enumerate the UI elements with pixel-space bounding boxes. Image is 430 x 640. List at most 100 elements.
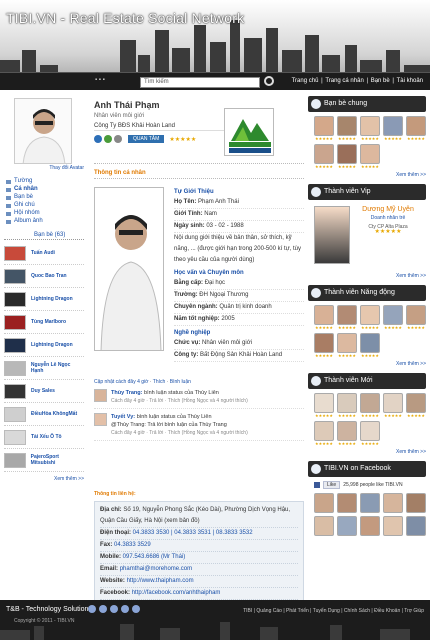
pane-more-link[interactable]: Xem thêm >> bbox=[308, 449, 426, 455]
vip-photo[interactable] bbox=[314, 206, 350, 264]
member-avatar[interactable] bbox=[314, 421, 334, 441]
member-avatar[interactable] bbox=[360, 333, 380, 353]
member-avatar[interactable] bbox=[337, 116, 357, 136]
member-avatar[interactable] bbox=[406, 393, 426, 413]
pane-more-link[interactable]: Xem thêm >> bbox=[308, 361, 426, 367]
facebook-link[interactable]: http://facebook.com/anhthaipham bbox=[132, 590, 221, 596]
member-avatar[interactable] bbox=[406, 493, 426, 513]
friend-name[interactable]: ĐiềuHòa KhôngMất bbox=[31, 411, 77, 417]
member-avatar[interactable] bbox=[337, 305, 357, 325]
email-link[interactable]: phamthai@morehome.com bbox=[120, 566, 192, 572]
nav-friends[interactable]: Bạn bè bbox=[371, 78, 390, 84]
language-flags-icon[interactable]: ▪ ▪ ▪ bbox=[95, 77, 105, 83]
nav-profile[interactable]: Trang cá nhân bbox=[325, 78, 363, 84]
member-avatar[interactable] bbox=[360, 393, 380, 413]
menu-wall[interactable]: Tường bbox=[4, 177, 84, 185]
activity-avatar[interactable] bbox=[94, 389, 107, 402]
facebook-icon[interactable] bbox=[88, 605, 96, 613]
avatar[interactable] bbox=[14, 98, 72, 164]
pane-more-link[interactable]: Xem thêm >> bbox=[308, 172, 426, 178]
share-icon[interactable] bbox=[94, 135, 102, 143]
list-item[interactable]: Lightning Dragon bbox=[4, 334, 84, 357]
activity-meta[interactable]: Cách đây 4 giờ · Trả lời · Thích (Hồng N… bbox=[111, 430, 248, 436]
like-link[interactable]: Thích bbox=[153, 379, 166, 385]
list-item[interactable]: PajeroSport Mitsubishi bbox=[4, 449, 84, 472]
member-avatar[interactable] bbox=[360, 421, 380, 441]
member-avatar[interactable] bbox=[360, 305, 380, 325]
footer-nav[interactable]: TIBI | Quảng Cáo | Phát Triển | Tuyển Dụ… bbox=[243, 608, 424, 614]
activity-avatar[interactable] bbox=[94, 413, 107, 426]
menu-notes[interactable]: Ghi chú bbox=[4, 201, 84, 209]
pane-more-link[interactable]: Xem thêm >> bbox=[308, 273, 426, 279]
menu-groups[interactable]: Hội nhóm bbox=[4, 209, 84, 217]
search-icon[interactable] bbox=[264, 76, 274, 86]
member-avatar[interactable] bbox=[360, 493, 380, 513]
activity-user[interactable]: Tuyết Vy: bbox=[111, 414, 135, 420]
member-avatar[interactable] bbox=[337, 393, 357, 413]
list-item[interactable]: Tùng Marlboro bbox=[4, 311, 84, 334]
search-input[interactable]: Tìm kiếm bbox=[140, 77, 260, 88]
site-brand[interactable]: TIBI.VN - Real Estate Social Network bbox=[6, 10, 244, 26]
friend-name[interactable]: Duy Sales bbox=[31, 388, 55, 394]
member-avatar[interactable] bbox=[314, 333, 334, 353]
friend-name[interactable]: Tuấn Audi bbox=[31, 250, 55, 256]
list-item[interactable]: Nguyễn Lê Ngọc Hạnh bbox=[4, 357, 84, 380]
mobile-link[interactable]: 097.543.6686 (Mr Thái) bbox=[123, 554, 186, 560]
list-item[interactable]: Lightning Dragon bbox=[4, 288, 84, 311]
google-icon[interactable] bbox=[110, 605, 118, 613]
company-logo[interactable] bbox=[224, 108, 274, 156]
nav-account[interactable]: Tài khoản bbox=[397, 78, 423, 84]
member-avatar[interactable] bbox=[314, 144, 334, 164]
message-icon[interactable] bbox=[104, 135, 112, 143]
change-avatar-link[interactable]: Thay đổi Avatar bbox=[4, 165, 84, 171]
member-avatar[interactable] bbox=[337, 493, 357, 513]
website-link[interactable]: http://www.thaipham.com bbox=[127, 578, 194, 584]
friend-name[interactable]: Quoc Bao Tran bbox=[31, 273, 67, 279]
menu-personal[interactable]: Cá nhân bbox=[4, 185, 84, 193]
friend-name[interactable]: Lightning Dragon bbox=[31, 296, 73, 302]
friend-name[interactable]: Nguyễn Lê Ngọc Hạnh bbox=[31, 362, 84, 374]
friends-title[interactable]: Bạn bè (63) bbox=[4, 232, 84, 240]
menu-friends[interactable]: Bạn bè bbox=[4, 193, 84, 201]
member-avatar[interactable] bbox=[383, 305, 403, 325]
member-avatar[interactable] bbox=[383, 516, 403, 536]
like-button[interactable]: Like bbox=[323, 481, 341, 489]
list-item[interactable]: Tuấn Audi bbox=[4, 242, 84, 265]
friend-name[interactable]: PajeroSport Mitsubishi bbox=[31, 454, 84, 466]
member-avatar[interactable] bbox=[314, 493, 334, 513]
follow-button[interactable]: QUAN TÂM bbox=[128, 135, 165, 143]
member-avatar[interactable] bbox=[383, 116, 403, 136]
twitter-icon[interactable] bbox=[99, 605, 107, 613]
member-avatar[interactable] bbox=[406, 516, 426, 536]
profile-photo[interactable] bbox=[94, 187, 164, 351]
mail-icon[interactable] bbox=[114, 135, 122, 143]
list-item[interactable]: ĐiềuHòa KhôngMất bbox=[4, 403, 84, 426]
member-avatar[interactable] bbox=[314, 116, 334, 136]
member-avatar[interactable] bbox=[406, 305, 426, 325]
friend-name[interactable]: Tài Xếu Ô Tô bbox=[31, 434, 62, 440]
member-avatar[interactable] bbox=[337, 421, 357, 441]
member-avatar[interactable] bbox=[406, 116, 426, 136]
friend-name[interactable]: Lightning Dragon bbox=[31, 342, 73, 348]
member-avatar[interactable] bbox=[337, 144, 357, 164]
member-avatar[interactable] bbox=[360, 516, 380, 536]
member-avatar[interactable] bbox=[360, 116, 380, 136]
member-avatar[interactable] bbox=[337, 516, 357, 536]
fax-link[interactable]: 04.3833 3529 bbox=[114, 542, 151, 548]
activity-meta[interactable]: Cách đây 4 giờ · Trả lời · Thích (Hồng N… bbox=[111, 398, 248, 404]
activity-user[interactable]: Thùy Trang: bbox=[111, 390, 142, 396]
list-item[interactable]: Duy Sales bbox=[4, 380, 84, 403]
member-avatar[interactable] bbox=[360, 144, 380, 164]
member-avatar[interactable] bbox=[337, 333, 357, 353]
nav-home[interactable]: Trang chủ bbox=[292, 78, 319, 84]
vip-name[interactable]: Dương Mỹ Uyên bbox=[356, 206, 420, 213]
member-avatar[interactable] bbox=[314, 516, 334, 536]
friends-more-link[interactable]: Xem thêm >> bbox=[4, 476, 84, 482]
rss-icon[interactable] bbox=[132, 605, 140, 613]
member-avatar[interactable] bbox=[383, 493, 403, 513]
menu-albums[interactable]: Album ảnh bbox=[4, 217, 84, 225]
member-avatar[interactable] bbox=[383, 393, 403, 413]
member-avatar[interactable] bbox=[314, 305, 334, 325]
friend-name[interactable]: Tùng Marlboro bbox=[31, 319, 66, 325]
comment-link[interactable]: Bình luận bbox=[170, 379, 191, 385]
